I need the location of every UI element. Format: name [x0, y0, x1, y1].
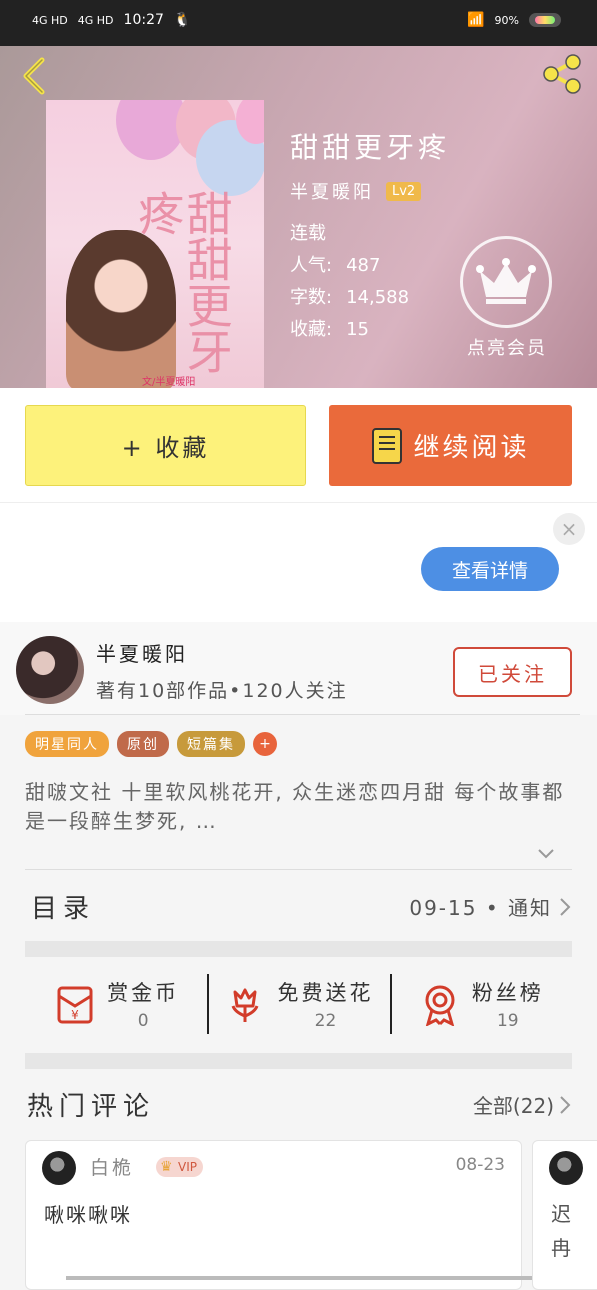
status-bar: 4G HD 4G HD 10:27 🐧 📶 90%: [0, 0, 597, 46]
comment-date: 08-23: [455, 1155, 505, 1175]
battery-icon: [529, 13, 561, 27]
book-cover[interactable]: 甜甜更牙疼 文/半夏暖阳: [46, 100, 264, 388]
continue-reading-button[interactable]: 继续阅读: [329, 405, 572, 486]
ad-banner: × 查看详情: [0, 502, 597, 622]
author-card-name: 半夏暖阳: [96, 642, 188, 666]
word-count-label: 字数:: [290, 287, 333, 308]
back-button[interactable]: [18, 56, 54, 96]
author-card[interactable]: 半夏暖阳 著有10部作品•120人关注 已关注: [0, 622, 597, 715]
level-badge: Lv2: [386, 181, 422, 201]
section-separator: [25, 941, 572, 957]
popularity-label: 人气:: [290, 255, 333, 276]
chevron-left-icon: [23, 57, 45, 95]
author-card-meta: 著有10部作品•120人关注: [96, 680, 348, 702]
hot-comments-header: 热门评论 全部(22): [25, 1082, 572, 1132]
commenter-name[interactable]: 白桅: [90, 1153, 134, 1180]
divider: [25, 869, 572, 870]
chevron-down-icon: [538, 849, 554, 859]
qq-icon: 🐧: [173, 12, 192, 28]
send-flowers-value: 22: [314, 1011, 337, 1031]
toc-latest-text: 09-15 • 通知: [409, 896, 552, 920]
fan-ranking-value: 19: [496, 1011, 519, 1031]
red-envelope-icon: ¥: [57, 986, 93, 1024]
book-header: 甜甜更牙疼 文/半夏暖阳 甜甜更牙疼 半夏暖阳 Lv2 连载 人气: 487 字数…: [0, 46, 597, 388]
svg-text:¥: ¥: [71, 1008, 79, 1022]
collect-button[interactable]: + 收藏: [25, 405, 306, 486]
commenter-avatar[interactable]: [549, 1151, 583, 1185]
toc-latest: 09-15 • 通知: [409, 892, 572, 921]
comment-text: 啾咪啾咪: [44, 1203, 132, 1227]
author-row: 半夏暖阳 Lv2: [290, 178, 422, 204]
signal-2: 4G HD: [77, 13, 114, 27]
send-flowers-button[interactable]: 免费送花 22: [207, 960, 389, 1048]
fan-ranking-button[interactable]: 粉丝榜 19: [389, 960, 572, 1048]
vip-button[interactable]: 点亮会员: [460, 236, 554, 360]
word-count-value: 14,588: [346, 287, 410, 308]
section-separator: [25, 1053, 572, 1069]
book-description: 甜啵文社 十里软风桃花开, 众生迷恋四月甜 每个故事都是一段醉生梦死, …: [25, 780, 565, 833]
comment-text: 迟冉: [551, 1202, 571, 1260]
tag-short-stories[interactable]: 短篇集: [177, 731, 245, 757]
crown-badge: [460, 236, 552, 328]
view-details-button[interactable]: 查看详情: [421, 547, 559, 591]
clock: 10:27: [123, 12, 164, 28]
reward-coins-label: 赏金币: [107, 981, 180, 1005]
author-name[interactable]: 半夏暖阳: [290, 178, 374, 204]
cover-portrait: [66, 230, 176, 388]
tag-original[interactable]: 原创: [117, 731, 169, 757]
reward-coins-value: 0: [137, 1011, 149, 1031]
favorites-label: 收藏:: [290, 319, 333, 340]
battery-text: 90%: [494, 13, 519, 27]
divider: [25, 714, 580, 715]
book-icon: [372, 427, 403, 464]
popularity-value: 487: [346, 255, 381, 276]
send-flowers-label: 免费送花: [277, 981, 374, 1005]
stats-row: ¥ 赏金币 0 免费送花 22 粉丝榜 19: [25, 960, 572, 1048]
favorites-value: 15: [346, 319, 369, 340]
book-info: 连载 人气: 487 字数: 14,588 收藏: 15: [290, 218, 409, 346]
author-avatar[interactable]: [16, 636, 84, 704]
hot-comments-title: 热门评论: [27, 1092, 156, 1122]
reward-coins-button[interactable]: ¥ 赏金币 0: [25, 960, 207, 1048]
action-bar: + 收藏 继续阅读: [0, 388, 597, 502]
continue-reading-label: 继续阅读: [413, 433, 530, 463]
signal-1: 4G HD: [32, 13, 68, 27]
share-icon: [543, 54, 581, 94]
serial-status: 连载: [290, 223, 326, 244]
wifi-icon: 📶: [467, 12, 485, 28]
add-tag-button[interactable]: +: [253, 732, 277, 756]
expand-description-button[interactable]: [535, 842, 557, 864]
horizontal-scrollbar[interactable]: [66, 1276, 532, 1280]
comment-card[interactable]: 白桅 VIP 08-23 啾咪啾咪: [25, 1140, 522, 1290]
share-button[interactable]: [541, 52, 585, 96]
commenter-avatar[interactable]: [42, 1151, 76, 1185]
tag-celebrity-fanfic[interactable]: 明星同人: [25, 731, 109, 757]
table-of-contents-row[interactable]: 目录 09-15 • 通知: [25, 878, 572, 934]
vip-label: 点亮会员: [467, 338, 547, 359]
all-comments-label: 全部(22): [472, 1094, 554, 1118]
toc-title: 目录: [31, 894, 96, 924]
book-title: 甜甜更牙疼: [290, 131, 451, 164]
vip-badge: VIP: [156, 1157, 203, 1177]
tag-list: 明星同人 原创 短篇集 +: [25, 731, 277, 757]
cover-caption: 文/半夏暖阳: [142, 377, 196, 388]
fan-ranking-label: 粉丝榜: [471, 981, 544, 1005]
medal-icon: [425, 985, 455, 1026]
flower-icon: [232, 988, 259, 1022]
comment-card[interactable]: 迟冉: [532, 1140, 597, 1290]
chevron-right-icon: [560, 1095, 571, 1114]
crown-icon: [476, 258, 536, 304]
all-comments-link[interactable]: 全部(22): [473, 1090, 572, 1119]
chevron-right-icon: [560, 897, 571, 916]
close-ad-button[interactable]: ×: [553, 513, 585, 545]
follow-button[interactable]: 已关注: [453, 647, 572, 697]
